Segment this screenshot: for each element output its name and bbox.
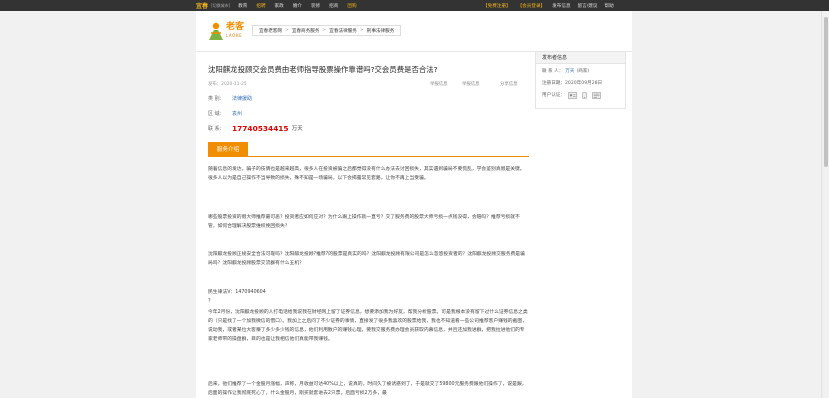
field-area: 区 域: 袁州 (208, 109, 242, 117)
register-date-label: 注册日期： (542, 81, 565, 86)
publisher-name-row: 联 系 人： 万天 (商家) (542, 67, 589, 75)
site-logo[interactable]: 老客 LAOKE (207, 19, 249, 43)
scrollbar-thumb[interactable] (824, 17, 828, 167)
breadcrumb-separator: > (284, 28, 289, 33)
field-contact: 联 系: 17740534415 万天 (208, 123, 303, 133)
intro-paragraph: 民生律法V：1470940604 ? (208, 290, 266, 304)
nav-link-business[interactable]: 招商 (329, 3, 338, 9)
intro-paragraph: 哪些股票投资的假大师推荐最可恶？投资者应如何应对？为什么跟上操作就一直亏？交了服… (208, 215, 520, 229)
nav-link-decoration[interactable]: 装修 (311, 3, 320, 9)
intro-paragraph: 随着信息的发达，骗子的伎俩也是越来越高，很多人在投资被骗之后都觉得没有什么办法去… (208, 167, 525, 181)
help-link[interactable]: 帮助 (604, 3, 613, 9)
page-container: 老客 LAOKE 宜春老客网 > 宜春商务服务 > 宜春法律服务 > 刑事法律服… (196, 11, 632, 398)
top-navigation-bar: 宜春 [切换城市] 教育 招聘 家政 婚介 装修 招商 团购 【免费注册】 【会… (0, 0, 829, 11)
contact-name: 万天 (291, 126, 303, 132)
share-link[interactable]: 分享信息 (500, 81, 518, 87)
publisher-name[interactable]: 万天 (565, 68, 574, 74)
report-link-2[interactable]: 举报信息 (462, 81, 480, 87)
post-title: 沈阳麒龙投顾交会员费由老师指导股票操作靠谱吗?交会员费是否合法? (208, 65, 438, 74)
section-divider (208, 156, 529, 157)
nav-link-jobs[interactable]: 招聘 (256, 3, 265, 9)
category-value[interactable]: 法律援助 (232, 95, 252, 102)
area-value[interactable]: 袁州 (232, 110, 242, 117)
logo-mark-icon (209, 22, 223, 40)
publisher-type: (商家) (576, 69, 590, 74)
nav-link-education[interactable]: 教育 (238, 3, 247, 9)
id-card-icon[interactable] (568, 91, 577, 99)
post-date: 发布：2020-11-25 (208, 82, 247, 87)
business-license-icon[interactable] (592, 91, 601, 99)
field-label: 联 系: (208, 125, 222, 132)
current-city: 宜春 (196, 3, 209, 10)
nav-link-marriage[interactable]: 婚介 (293, 3, 302, 9)
intro-paragraph: 沈阳麒龙投顾正规安全合法可靠吗？沈阳麒龙投顾?推荐?的股票是真实的吗？沈阳麒龙投… (208, 252, 525, 266)
breadcrumb: 宜春老客网 > 宜春商务服务 > 宜春法律服务 > 刑事法律服务 (252, 25, 402, 36)
logo-name: 老客 (226, 21, 245, 31)
breadcrumb-separator: > (322, 28, 327, 33)
field-category: 类 别: 法律援助 (208, 94, 252, 102)
intro-paragraph: 后来，他们推荐了一个金股月涨幅，声称，月收益可达40%以上，说真的，时间久了被诱… (208, 382, 527, 396)
publisher-info-card: 发布者信息 联 系 人： 万天 (商家) 注册日期： 2020年09月28日 用… (535, 51, 626, 109)
post-info-link[interactable]: 发布信息 (552, 3, 570, 9)
page-scrollbar[interactable] (821, 11, 829, 398)
post-main: 沈阳麒龙投顾交会员费由老师指导股票操作靠谱吗?交会员费是否合法? 发布：2020… (204, 51, 529, 398)
logo-sub: LAOKE (226, 33, 243, 38)
field-label: 类 别: (208, 95, 222, 102)
feedback-link[interactable]: 留言/建议 (578, 3, 598, 9)
login-link[interactable]: 【会员登录】 (518, 3, 546, 9)
register-link[interactable]: 【免费注册】 (483, 3, 511, 9)
breadcrumb-current: 刑事法律服务 (366, 28, 395, 34)
publisher-date-row: 注册日期： 2020年09月28日 (542, 79, 602, 87)
field-label: 区 域: (208, 110, 222, 117)
register-date: 2020年09月28日 (564, 81, 603, 86)
breadcrumb-legal[interactable]: 宜春法律服务 (329, 28, 357, 34)
tab-service-intro[interactable]: 服务介绍 (208, 142, 248, 156)
switch-city-link[interactable]: [切换城市] (211, 3, 230, 9)
breadcrumb-business[interactable]: 宜春商务服务 (292, 28, 320, 34)
nav-link-housekeeping[interactable]: 家政 (275, 3, 284, 9)
publisher-cert-row: 用户认证： (542, 91, 601, 99)
breadcrumb-home[interactable]: 宜春老客网 (259, 28, 282, 34)
report-link[interactable]: 举报信息 (430, 81, 448, 87)
intro-paragraph: 今年2月份，沈阳麒龙投顾的人打电话给我说我在财经网上留了证券信息，想要添加我为好… (208, 310, 528, 342)
cert-label: 用户认证： (542, 93, 565, 98)
phone-verified-icon[interactable] (580, 91, 589, 99)
breadcrumb-separator: > (359, 28, 364, 33)
publisher-heading: 发布者信息 (536, 52, 625, 64)
publisher-name-label: 联 系 人： (542, 69, 564, 74)
contact-phone: 17740534415 (232, 123, 289, 133)
nav-link-group-buy[interactable]: 团购 (347, 3, 356, 9)
